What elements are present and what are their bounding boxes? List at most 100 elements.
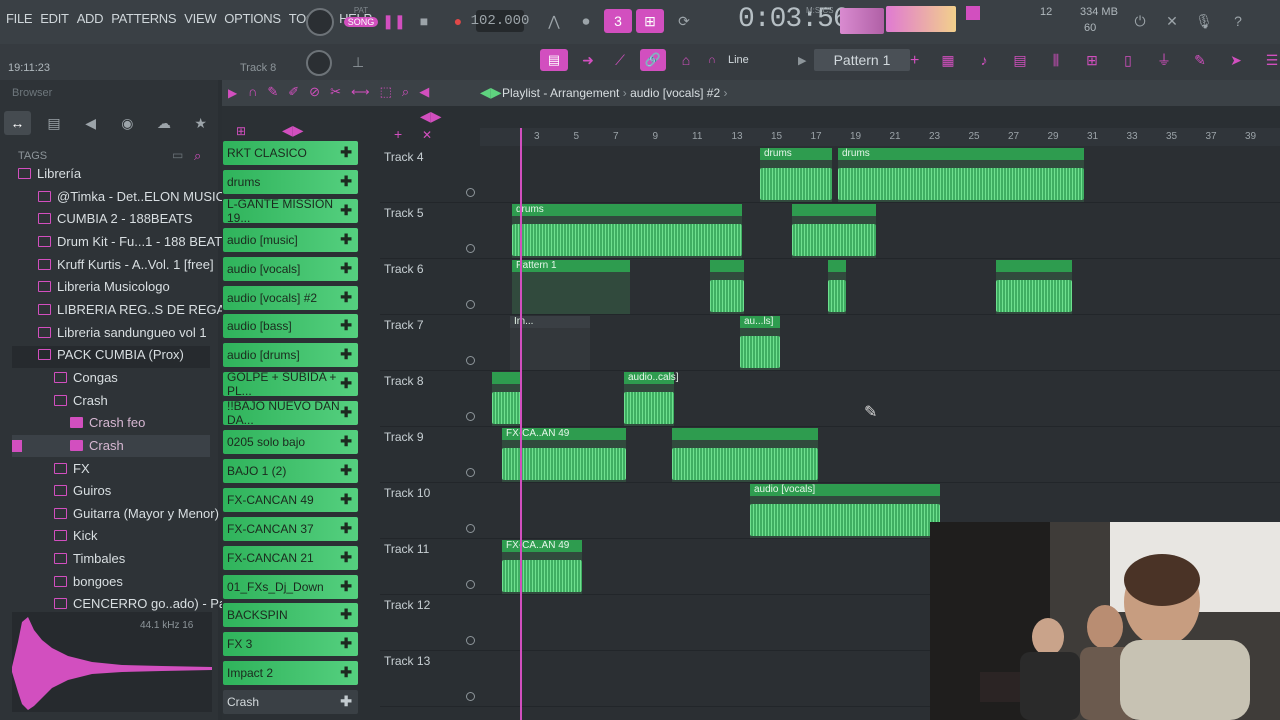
zoom-tool-icon[interactable]: ⌕	[402, 84, 409, 100]
add-channel-icon[interactable]: ✚	[340, 578, 352, 595]
playlist-clip[interactable]: audio..cals]	[624, 372, 679, 426]
magnet-tool-icon[interactable]: ∩	[248, 84, 257, 100]
send-button[interactable]: ➤	[1222, 48, 1250, 72]
channel-item[interactable]: !!BAJO NUEVO DAN DA... ✚	[223, 399, 358, 427]
playlist-clip[interactable]: au...ls]	[740, 316, 780, 370]
pattern-prev-icon[interactable]: ▶	[798, 54, 806, 67]
track-label[interactable]: Track 9	[384, 430, 424, 444]
pattern-toggle-icon[interactable]: ◀▶	[480, 84, 502, 101]
channel-item[interactable]: 0205 solo bajo ✚	[223, 430, 358, 454]
track-mute-toggle[interactable]	[466, 524, 475, 533]
channel-item[interactable]: audio [vocals] ✚	[223, 256, 358, 281]
channel-item[interactable]: BAJO 1 (2) ✚	[223, 458, 358, 483]
browser-tab-world[interactable]: ◉	[114, 111, 141, 135]
track-mute-toggle[interactable]	[466, 188, 475, 197]
brush-button[interactable]: ⟋	[606, 48, 634, 72]
add-channel-icon[interactable]: ✚	[340, 462, 352, 479]
stop-button[interactable]: ■	[410, 9, 438, 33]
browser-tree-item[interactable]: Crash feo	[70, 415, 145, 430]
folder-icon[interactable]: ▭	[172, 148, 183, 162]
browser-tab-project[interactable]: ▤	[41, 111, 68, 135]
menu-edit[interactable]: EDIT	[40, 11, 69, 26]
add-channel-icon[interactable]: ✚	[340, 664, 352, 681]
browser-tree-item[interactable]: Kruff Kurtis - A..Vol. 1 [free]	[38, 257, 214, 272]
browser-tree-item[interactable]: CENCERRO go..ado) - Part_1	[54, 596, 249, 611]
add-channel-icon[interactable]: ✚	[340, 289, 352, 306]
link-button[interactable]: 🔗	[640, 49, 666, 71]
project-button[interactable]: ▯	[1114, 48, 1142, 72]
playlist-clip[interactable]: drums	[760, 148, 832, 202]
browser-tree-item[interactable]: Librería	[18, 166, 81, 181]
add-channel-icon[interactable]: ✚	[340, 173, 352, 190]
browser-tree-item[interactable]: bongoes	[54, 574, 123, 589]
track-mute-toggle[interactable]	[466, 580, 475, 589]
browser-tree-item[interactable]: Libreria Musicologo	[38, 279, 170, 294]
picker-arrows-icon[interactable]: ◀▶	[282, 122, 304, 139]
menu-file[interactable]: FILE	[6, 11, 33, 26]
add-channel-icon[interactable]: ✚	[340, 433, 352, 450]
playlist-view-button[interactable]: ▤	[540, 49, 568, 71]
channel-item[interactable]: FX-CANCAN 37 ✚	[223, 516, 358, 541]
paint-tool-icon[interactable]: ✐	[288, 84, 299, 100]
playlist-clip[interactable]: audio [vocals]	[750, 484, 940, 538]
tools-button[interactable]: ✎	[1186, 48, 1214, 72]
browser-tree-item[interactable]: Drum Kit - Fu...1 - 188 BEATS	[38, 234, 231, 249]
track-label[interactable]: Track 6	[384, 262, 424, 276]
channel-item[interactable]: L-GANTE MISSION 19... ✚	[223, 197, 358, 225]
track-label[interactable]: Track 4	[384, 150, 424, 164]
channel-item[interactable]: RKT CLASICO ✚	[223, 141, 358, 165]
playlist-clip[interactable]	[792, 204, 876, 258]
menu-options[interactable]: OPTIONS	[224, 11, 281, 26]
track-mute-toggle[interactable]	[466, 300, 475, 309]
menu-add[interactable]: ADD	[77, 11, 104, 26]
channel-rack-button[interactable]: ▤	[1006, 48, 1034, 72]
menu-grid-button[interactable]: ☰	[1258, 48, 1280, 72]
browser-tree-item[interactable]: Timbales	[54, 551, 125, 566]
track-mute-toggle[interactable]	[466, 636, 475, 645]
channel-item[interactable]: FX-CANCAN 21 ✚	[223, 545, 358, 570]
playhead[interactable]	[520, 128, 522, 720]
record-button[interactable]: ●	[444, 9, 472, 33]
track-mute-toggle[interactable]	[466, 468, 475, 477]
help-button[interactable]: ?	[1224, 9, 1252, 33]
add-channel-icon[interactable]: ✚	[340, 231, 352, 248]
pat-song-toggle[interactable]: PAT SONG	[344, 6, 378, 36]
playlist-window-button[interactable]: ▦	[934, 48, 962, 72]
playlist-clip[interactable]	[710, 260, 744, 314]
browser-tree-item[interactable]: Kick	[54, 528, 98, 543]
playlist-clip[interactable]: FX-CA..AN 49	[502, 540, 582, 594]
browser-tab-all[interactable]: ↔	[4, 111, 31, 135]
add-channel-icon[interactable]: ✚	[340, 202, 352, 219]
wait-input-button[interactable]: ⏺	[572, 9, 600, 33]
playlist-play-icon[interactable]: ▶	[228, 86, 237, 100]
mixer-button[interactable]: ⫼	[1042, 48, 1070, 72]
add-pattern-icon[interactable]: +	[910, 52, 919, 70]
browser-tree-item[interactable]: Guiros	[54, 483, 111, 498]
add-channel-icon[interactable]: ✚	[340, 375, 352, 392]
add-channel-icon[interactable]: ✚	[340, 144, 352, 161]
track-label[interactable]: Track 11	[384, 542, 429, 556]
browser-tree-item[interactable]: Crash	[70, 438, 124, 453]
channel-item[interactable]: Crash ✚	[223, 690, 358, 715]
stamp-button[interactable]: ⌂	[672, 48, 700, 72]
loop-record-button[interactable]: ⟳	[670, 9, 698, 33]
add-channel-icon[interactable]: ✚	[340, 346, 352, 363]
browser-tree-item[interactable]: PACK CUMBIA (Prox)	[38, 347, 184, 362]
browser-tree-item[interactable]: Libreria sandungueo vol 1	[38, 325, 207, 340]
browser-tree-item[interactable]: @Timka - Det..ELON MUSIC_	[38, 189, 232, 204]
track-mute-toggle[interactable]	[466, 244, 475, 253]
add-channel-icon[interactable]: ✚	[340, 693, 352, 710]
browser-tree-item[interactable]: CUMBIA 2 - 188BEATS	[38, 211, 193, 226]
browser-tab-plugins[interactable]: ◀	[77, 111, 104, 135]
plugin-db-button[interactable]: ⏚	[1150, 48, 1178, 72]
channel-item[interactable]: 01_FXs_Dj_Down ✚	[223, 574, 358, 599]
channel-item[interactable]: GOLPE + SUBIDA + PL... ✚	[223, 370, 358, 398]
add-channel-icon[interactable]: ✚	[340, 549, 352, 566]
browser-button[interactable]: ⊞	[1078, 48, 1106, 72]
undo-history-button[interactable]: ⏻	[1126, 9, 1154, 33]
pin-icon[interactable]: ⊥	[352, 54, 364, 71]
mic-button[interactable]: 🎙	[1190, 9, 1218, 33]
menu-patterns[interactable]: PATTERNS	[111, 11, 176, 26]
channel-item[interactable]: audio [vocals] #2 ✚	[223, 285, 358, 310]
timeline-ruler[interactable]	[480, 128, 1280, 146]
